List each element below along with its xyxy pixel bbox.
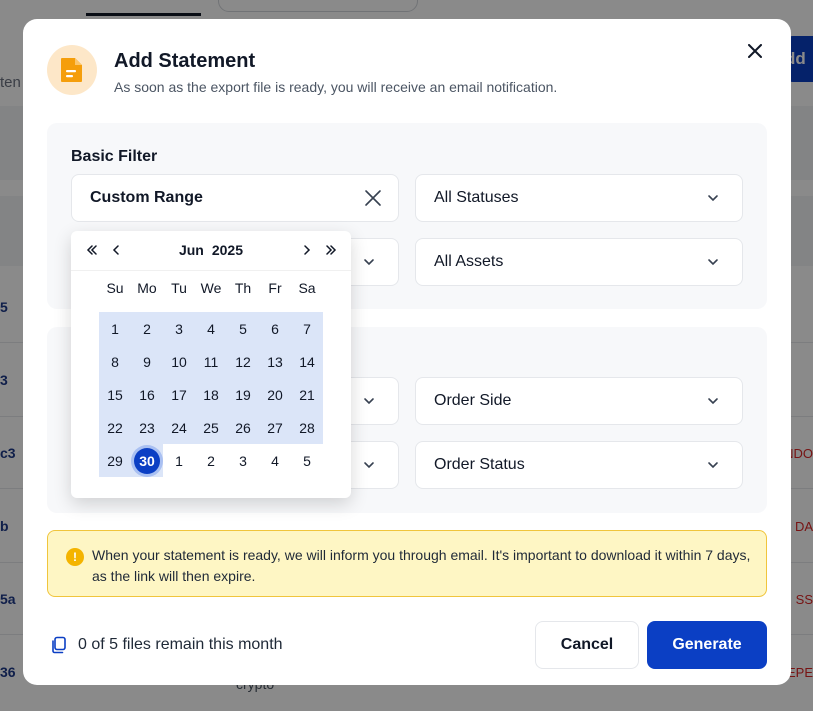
month-selector[interactable]: Jun [179, 242, 204, 258]
cancel-button[interactable]: Cancel [535, 621, 639, 669]
warning-icon: ! [66, 548, 84, 566]
weekday-header: Sa [298, 280, 316, 296]
weekday-header: Tu [171, 280, 187, 296]
order-side-value: Order Side [434, 392, 512, 409]
date-range-select[interactable]: Custom Range [71, 174, 399, 222]
weekday-header: Fr [268, 280, 282, 296]
date-picker-header: Jun 2025 [71, 231, 351, 271]
chevron-down-icon [708, 462, 718, 469]
date-cell[interactable]: 1 [99, 312, 131, 345]
chevron-down-icon [364, 398, 374, 405]
chevron-down-icon [708, 259, 718, 266]
date-cell-next-month[interactable]: 2 [195, 444, 227, 477]
date-cell[interactable]: 9 [131, 345, 163, 378]
date-cell[interactable]: 7 [291, 312, 323, 345]
date-cell[interactable]: 3 [163, 312, 195, 345]
date-cell[interactable]: 13 [259, 345, 291, 378]
date-cell[interactable]: 11 [195, 345, 227, 378]
date-cell[interactable]: 25 [195, 411, 227, 444]
chevron-right-icon [304, 245, 311, 255]
date-cell[interactable]: 5 [227, 312, 259, 345]
date-cell[interactable]: 20 [259, 378, 291, 411]
clear-icon[interactable] [364, 189, 382, 207]
date-cell[interactable]: 10 [163, 345, 195, 378]
alert-text: When your statement is ready, we will in… [92, 547, 751, 584]
quota-text: 0 of 5 files remain this month [78, 636, 283, 653]
assets-select-value: All Assets [434, 253, 504, 270]
chevron-down-icon [708, 398, 718, 405]
status-select[interactable]: All Statuses [415, 174, 743, 222]
date-cell-next-month[interactable]: 4 [259, 444, 291, 477]
document-icon [47, 45, 97, 95]
status-select-value: All Statuses [434, 189, 519, 206]
chevron-down-icon [364, 462, 374, 469]
date-cell[interactable]: 22 [99, 411, 131, 444]
date-cell-next-month[interactable]: 1 [163, 444, 195, 477]
date-cell[interactable]: 2 [131, 312, 163, 345]
file-quota: 0 of 5 files remain this month [50, 636, 283, 654]
order-status-select[interactable]: Order Status [415, 441, 743, 489]
date-range-value: Custom Range [90, 189, 203, 206]
chevron-down-icon [364, 259, 374, 266]
date-cell[interactable]: 21 [291, 378, 323, 411]
weekday-header: Mo [137, 280, 157, 296]
modal-subtitle: As soon as the export file is ready, you… [114, 79, 558, 95]
date-cell[interactable]: 19 [227, 378, 259, 411]
date-cell[interactable]: 24 [163, 411, 195, 444]
date-cell-next-month[interactable]: 5 [291, 444, 323, 477]
next-year-button[interactable] [320, 239, 342, 261]
info-alert: ! When your statement is ready, we will … [47, 530, 767, 597]
order-side-select[interactable]: Order Side [415, 377, 743, 425]
assets-select[interactable]: All Assets [415, 238, 743, 286]
weekday-header: Th [234, 280, 252, 296]
next-month-button[interactable] [296, 239, 318, 261]
date-picker: Jun 2025 Su Mo Tu We Th Fr Sa 1 2 3 4 5 6 7 8 9 10 11 12 13 1… [71, 231, 351, 498]
date-cell[interactable]: 17 [163, 378, 195, 411]
modal-title: Add Statement [114, 50, 256, 72]
weekday-header: Su [106, 280, 124, 296]
weekday-header: We [200, 280, 222, 296]
date-cell[interactable]: 23 [131, 411, 163, 444]
date-cell[interactable]: 8 [99, 345, 131, 378]
selected-date-marker: 30 [134, 447, 160, 474]
year-selector[interactable]: 2025 [212, 242, 243, 258]
date-cell[interactable]: 26 [227, 411, 259, 444]
close-button[interactable] [743, 39, 767, 63]
double-chevron-right-icon [326, 245, 337, 255]
close-icon [748, 44, 762, 58]
date-cell[interactable]: 12 [227, 345, 259, 378]
order-status-value: Order Status [434, 456, 525, 473]
copy-icon [52, 636, 66, 654]
date-cell[interactable]: 28 [291, 411, 323, 444]
date-cell[interactable]: 14 [291, 345, 323, 378]
date-cell[interactable]: 15 [99, 378, 131, 411]
generate-button[interactable]: Generate [647, 621, 767, 669]
date-cell[interactable]: 4 [195, 312, 227, 345]
basic-filter-label: Basic Filter [71, 148, 158, 165]
chevron-down-icon [708, 195, 718, 202]
date-cell[interactable]: 27 [259, 411, 291, 444]
date-cell[interactable]: 6 [259, 312, 291, 345]
date-cell-next-month[interactable]: 3 [227, 444, 259, 477]
selected-date[interactable]: 30 [131, 444, 163, 477]
date-cell[interactable]: 16 [131, 378, 163, 411]
date-cell[interactable]: 18 [195, 378, 227, 411]
date-cell[interactable]: 29 [99, 444, 131, 477]
